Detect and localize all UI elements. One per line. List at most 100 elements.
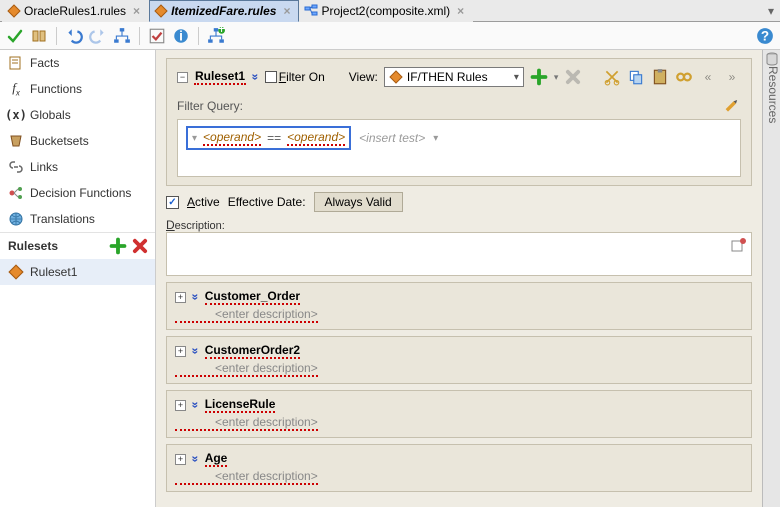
collapse-all-icon[interactable]: »	[192, 452, 199, 466]
collapse-all-icon[interactable]: »	[192, 344, 199, 358]
rule-name[interactable]: LicenseRule	[205, 397, 276, 413]
resources-label: Resources	[766, 66, 780, 123]
dictionary-icon[interactable]	[30, 27, 48, 45]
expand-icon[interactable]: +	[175, 400, 186, 411]
operand-right[interactable]: <operand>	[287, 130, 345, 146]
effective-date-label: Effective Date:	[228, 195, 306, 209]
delete-ruleset-icon[interactable]	[131, 237, 149, 255]
filter-query-box[interactable]: ▾ <operand> == <operand> <insert test> ▾	[177, 119, 741, 177]
description-textarea[interactable]	[166, 232, 752, 276]
tab-label: Project2(composite.xml)	[321, 4, 450, 18]
expand-icon[interactable]: +	[175, 292, 186, 303]
decision-functions-icon	[8, 185, 24, 201]
close-icon[interactable]: ×	[457, 4, 464, 18]
close-icon[interactable]: ×	[283, 4, 290, 18]
rule-description[interactable]: <enter description>	[175, 361, 318, 377]
sidebar-item-decision-functions[interactable]: Decision Functions	[0, 180, 155, 206]
rule-name[interactable]: CustomerOrder2	[205, 343, 300, 359]
active-effective-row: Active Effective Date: Always Valid	[166, 192, 752, 212]
rule-name[interactable]: Customer_Order	[205, 289, 300, 305]
expand-icon[interactable]: +	[175, 346, 186, 357]
sidebar-item-links[interactable]: Links	[0, 154, 155, 180]
sidebar-item-ruleset1[interactable]: Ruleset1	[0, 259, 155, 285]
delete-rule-button[interactable]	[564, 68, 582, 86]
tab-label: OracleRules1.rules	[24, 4, 126, 18]
filter-query-label: Filter Query:	[177, 99, 243, 113]
main-content: − Ruleset1 » Filter On View: IF/THEN Rul…	[156, 50, 762, 507]
collapse-all-icon[interactable]: »	[192, 398, 199, 412]
sidebar-item-label: Translations	[30, 212, 95, 226]
insert-test-placeholder[interactable]: <insert test>	[359, 131, 425, 145]
find-icon[interactable]	[675, 68, 693, 86]
rule-item: + » CustomerOrder2 <enter description>	[166, 336, 752, 384]
ruleset-icon	[8, 264, 24, 280]
copy-icon[interactable]	[627, 68, 645, 86]
rules-file-icon	[7, 4, 21, 18]
composite-file-icon	[304, 4, 318, 18]
edit-description-icon[interactable]	[731, 237, 747, 256]
filter-on-checkbox[interactable]: Filter On	[265, 70, 325, 84]
paste-icon[interactable]	[651, 68, 669, 86]
validate-icon[interactable]	[6, 27, 24, 45]
dropdown-icon[interactable]: ▾	[433, 133, 438, 144]
bucketsets-icon	[8, 133, 24, 149]
checkbox-icon[interactable]	[148, 27, 166, 45]
operand-left[interactable]: <operand>	[203, 130, 261, 146]
rules-file-icon	[154, 4, 168, 18]
active-checkbox[interactable]	[166, 196, 179, 209]
tree-structure-icon[interactable]	[113, 27, 131, 45]
rule-item: + » Age <enter description>	[166, 444, 752, 492]
close-icon[interactable]: ×	[133, 4, 140, 18]
rule-item: + » Customer_Order <enter description>	[166, 282, 752, 330]
view-select-value: IF/THEN Rules	[407, 70, 488, 84]
globals-icon: (x)	[8, 107, 24, 123]
rule-description[interactable]: <enter description>	[175, 307, 318, 323]
facts-icon	[8, 55, 24, 71]
sidebar-item-globals[interactable]: (x) Globals	[0, 102, 155, 128]
translations-icon	[8, 211, 24, 227]
dropdown-icon[interactable]: ▾	[192, 133, 197, 144]
view-select[interactable]: IF/THEN Rules	[384, 67, 524, 87]
tab-itemizedfare[interactable]: ItemizedFare.rules ×	[149, 0, 299, 22]
sidebar-item-bucketsets[interactable]: Bucketsets	[0, 128, 155, 154]
sidebar-item-functions[interactable]: fx Functions	[0, 76, 155, 102]
filter-on-label: ilter On	[286, 70, 325, 84]
expand-toggle-icon[interactable]: »	[252, 70, 259, 84]
tab-oraclerules1[interactable]: OracleRules1.rules ×	[2, 0, 149, 22]
redo-icon[interactable]	[89, 27, 107, 45]
ruleset-name[interactable]: Ruleset1	[194, 69, 246, 85]
rule-description[interactable]: <enter description>	[175, 415, 318, 431]
move-down-icon[interactable]: »	[723, 68, 741, 86]
sidebar-item-translations[interactable]: Translations	[0, 206, 155, 232]
rule-description[interactable]: <enter description>	[175, 469, 318, 485]
add-rule-button[interactable]	[530, 68, 548, 86]
operator[interactable]: ==	[267, 131, 281, 145]
add-ruleset-icon[interactable]	[109, 237, 127, 255]
expand-icon[interactable]: +	[175, 454, 186, 465]
add-dropdown-icon[interactable]: ▾	[554, 72, 559, 83]
tab-project2[interactable]: Project2(composite.xml) ×	[299, 0, 473, 22]
resources-rail[interactable]: Resources	[762, 50, 780, 507]
navigation-sidebar: Facts fx Functions (x) Globals Bucketset…	[0, 50, 156, 507]
edit-pencil-icon[interactable]	[719, 93, 744, 118]
rule-name[interactable]: Age	[205, 451, 228, 467]
info-icon[interactable]: i	[172, 27, 190, 45]
tree-plus-icon[interactable]: +	[207, 27, 225, 45]
sidebar-item-label: Functions	[30, 82, 82, 96]
undo-icon[interactable]	[65, 27, 83, 45]
collapse-all-icon[interactable]: »	[192, 290, 199, 304]
view-label: View:	[349, 70, 378, 84]
sidebar-item-facts[interactable]: Facts	[0, 50, 155, 76]
cut-icon[interactable]	[603, 68, 621, 86]
collapse-icon[interactable]: −	[177, 72, 188, 83]
links-icon	[8, 159, 24, 175]
resources-icon	[765, 52, 779, 66]
move-up-icon[interactable]: «	[699, 68, 717, 86]
description-label: Description:	[166, 218, 752, 232]
help-icon[interactable]: ?	[756, 27, 774, 45]
tab-overflow-icon[interactable]: ▾	[762, 4, 780, 18]
rulesets-header: Rulesets	[0, 232, 155, 259]
filter-expression[interactable]: ▾ <operand> == <operand>	[186, 126, 351, 150]
svg-text:?: ?	[761, 28, 769, 43]
effective-date-button[interactable]: Always Valid	[314, 192, 403, 212]
